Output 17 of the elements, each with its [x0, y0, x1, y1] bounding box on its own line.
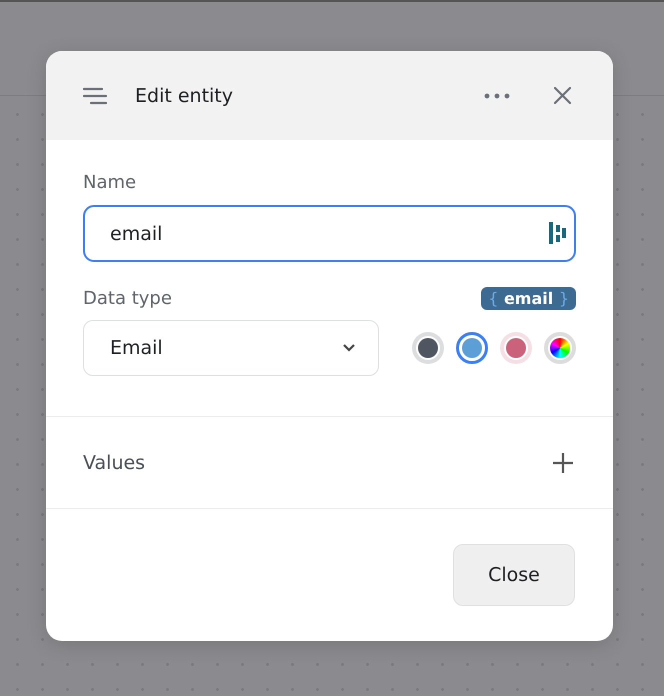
more-icon: [484, 92, 510, 98]
section-title: Values: [83, 452, 146, 474]
add-button[interactable]: [552, 452, 574, 474]
field-label: Name: [83, 172, 138, 193]
dialog-title: Edit entity: [135, 84, 233, 106]
chevron-down-icon: [342, 343, 356, 353]
plus-icon: [552, 452, 574, 474]
data-type-dropdown[interactable]: Email: [83, 320, 379, 376]
name-field[interactable]: email: [83, 205, 576, 262]
color-swatch[interactable]: [456, 332, 488, 364]
close-icon: [553, 86, 572, 105]
more-button[interactable]: [484, 92, 510, 98]
field-label: Data type: [83, 288, 172, 309]
close-button[interactable]: [553, 86, 572, 105]
menu-icon: [83, 86, 108, 104]
entity-badge: { email }: [481, 287, 576, 310]
close-button[interactable]: Close: [453, 544, 575, 606]
